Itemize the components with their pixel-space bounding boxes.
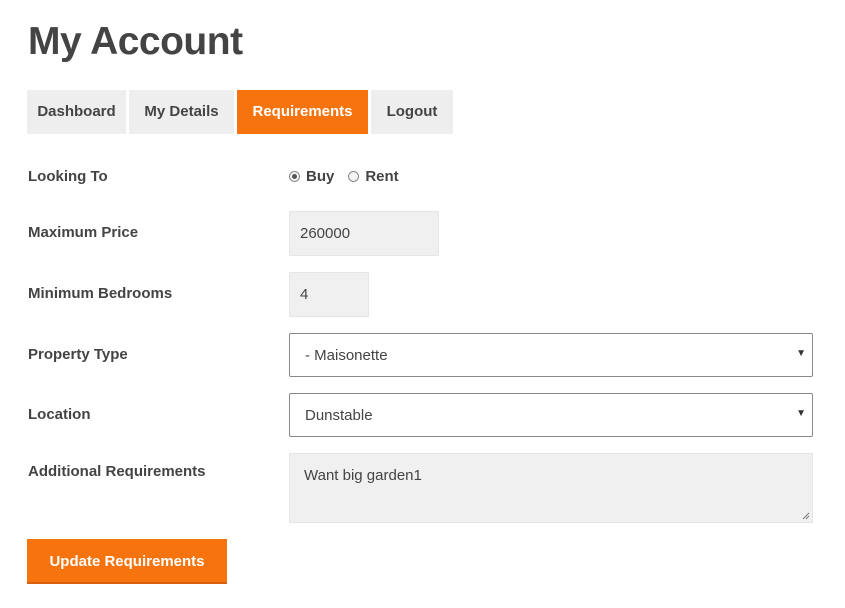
radio-buy-label: Buy <box>306 168 335 185</box>
tab-logout[interactable]: Logout <box>371 90 453 134</box>
tab-dashboard[interactable]: Dashboard <box>27 90 126 134</box>
location-label: Location <box>28 406 91 423</box>
max-price-label: Maximum Price <box>28 224 139 241</box>
radio-buy[interactable] <box>289 171 300 182</box>
location-selected: Dunstable <box>305 406 373 424</box>
looking-to-label: Looking To <box>28 168 108 185</box>
update-requirements-button[interactable]: Update Requirements <box>27 539 227 584</box>
account-tabs: Dashboard My Details Requirements Logout <box>27 90 453 134</box>
chevron-down-icon: ▼ <box>796 408 806 419</box>
page-title: My Account <box>28 20 243 63</box>
min-bedrooms-input[interactable]: 4 <box>289 272 369 317</box>
tab-requirements[interactable]: Requirements <box>237 90 368 134</box>
radio-rent[interactable] <box>348 171 360 182</box>
resize-grip-icon[interactable] <box>802 512 810 520</box>
radio-option-buy[interactable]: Buy <box>289 168 334 185</box>
additional-requirements-textarea[interactable]: Want big garden1 <box>289 453 813 523</box>
radio-rent-label: Rent <box>365 168 399 185</box>
looking-to-radio-group: Buy Rent <box>289 168 413 185</box>
radio-option-rent[interactable]: Rent <box>348 168 399 185</box>
additional-requirements-value: Want big garden1 <box>304 467 422 484</box>
additional-requirements-label: Additional Requirements <box>28 463 206 480</box>
location-select[interactable]: Dunstable ▼ <box>289 393 813 437</box>
max-price-input[interactable]: 260000 <box>289 211 439 256</box>
property-type-selected: - Maisonette <box>305 346 388 364</box>
property-type-label: Property Type <box>28 346 128 363</box>
chevron-down-icon: ▼ <box>796 348 806 359</box>
min-bedrooms-label: Minimum Bedrooms <box>28 285 173 302</box>
property-type-select[interactable]: - Maisonette ▼ <box>289 333 813 377</box>
tab-my-details[interactable]: My Details <box>129 90 234 134</box>
